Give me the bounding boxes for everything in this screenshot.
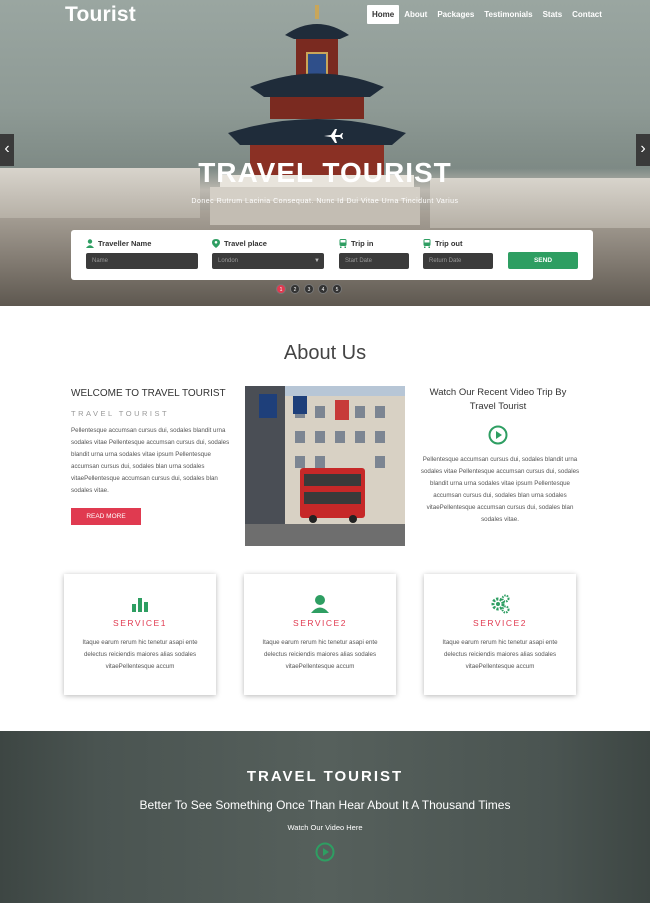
service-title: SERVICE1 bbox=[113, 618, 167, 628]
service-card-3[interactable]: SERVICE2 Itaque earum rerum hic tenetur … bbox=[424, 574, 576, 695]
service-title: SERVICE2 bbox=[293, 618, 347, 628]
travel-place-value: London bbox=[218, 258, 239, 264]
welcome-subheading: TRAVEL TOURIST bbox=[71, 409, 170, 418]
hero-section: Tourist Home About Packages Testimonials… bbox=[0, 0, 650, 306]
trip-out-date-input[interactable]: Return Date bbox=[423, 253, 493, 269]
video-banner-section bbox=[0, 731, 650, 903]
trip-in-label: Trip in bbox=[351, 238, 374, 248]
service-text: Itaque earum rerum hic tenetur asapi ent… bbox=[442, 639, 558, 670]
map-marker-icon bbox=[212, 238, 220, 248]
airplane-icon bbox=[324, 129, 343, 143]
trip-out-field-group: Trip out Return Date bbox=[423, 237, 493, 269]
hero-subtitle: Donec Rutrum Lacinia Consequat. Nunc Id … bbox=[191, 198, 459, 205]
service-card-2[interactable]: SERVICE2 Itaque earum rerum hic tenetur … bbox=[244, 574, 396, 695]
nav-testimonials[interactable]: Testimonials bbox=[479, 5, 537, 24]
traveller-field-group: Traveller Name Name bbox=[86, 237, 198, 269]
trip-in-date-input[interactable]: Start Date bbox=[339, 253, 409, 269]
trip-in-field-group: Trip in Start Date bbox=[339, 237, 409, 269]
slider-dot-4[interactable]: 4 bbox=[318, 284, 328, 294]
play-icon[interactable] bbox=[315, 842, 335, 862]
read-more-button[interactable]: READ MORE bbox=[71, 508, 141, 525]
page: Tourist Home About Packages Testimonials… bbox=[0, 0, 650, 903]
traveller-label: Traveller Name bbox=[98, 238, 152, 248]
slider-dot-3[interactable]: 3 bbox=[304, 284, 314, 294]
service-title: SERVICE2 bbox=[473, 618, 527, 628]
slider-dot-5[interactable]: 5 bbox=[332, 284, 342, 294]
user-icon bbox=[311, 595, 329, 613]
slider-dot-1[interactable]: 1 bbox=[276, 284, 286, 294]
place-label-row: Travel place bbox=[212, 237, 324, 249]
trip-out-label: Trip out bbox=[435, 238, 463, 248]
main-nav: Home About Packages Testimonials Stats C… bbox=[367, 5, 607, 24]
video-paragraph: Pellentesque accumsan cursus dui, sodale… bbox=[420, 456, 580, 523]
trip-out-label-row: Trip out bbox=[423, 237, 493, 249]
place-field-group: Travel place London ▼ bbox=[212, 237, 324, 269]
play-icon[interactable] bbox=[488, 425, 508, 445]
slider-dot-2[interactable]: 2 bbox=[290, 284, 300, 294]
nav-contact[interactable]: Contact bbox=[567, 5, 607, 24]
train-icon bbox=[423, 238, 431, 248]
traveller-name-input[interactable]: Name bbox=[86, 253, 198, 269]
watch-video-link[interactable]: Watch Our Video Here bbox=[0, 823, 650, 832]
service-text: Itaque earum rerum hic tenetur asapi ent… bbox=[82, 639, 198, 670]
service-card-1[interactable]: SERVICE1 Itaque earum rerum hic tenetur … bbox=[64, 574, 216, 695]
bar-chart-icon bbox=[132, 598, 148, 612]
train-icon bbox=[339, 238, 347, 248]
chevron-down-icon: ▼ bbox=[314, 258, 320, 264]
trip-in-label-row: Trip in bbox=[339, 237, 409, 249]
send-button[interactable]: SEND bbox=[508, 252, 578, 269]
about-title: About Us bbox=[283, 342, 367, 364]
banner-quote: Better To See Something Once Than Hear A… bbox=[139, 798, 511, 812]
traveller-label-row: Traveller Name bbox=[86, 237, 198, 249]
slider-pagination: 1 2 3 4 5 bbox=[276, 284, 342, 294]
nav-packages[interactable]: Packages bbox=[432, 5, 479, 24]
user-icon bbox=[86, 238, 94, 248]
place-label: Travel place bbox=[224, 238, 267, 248]
booking-form: Traveller Name Name Travel place London … bbox=[71, 230, 593, 280]
nav-home[interactable]: Home bbox=[367, 5, 400, 24]
hero-title: TRAVEL TOURIST bbox=[198, 157, 452, 188]
travel-place-select[interactable]: London ▼ bbox=[212, 253, 324, 269]
about-paragraph: Pellentesque accumsan cursus dui, sodale… bbox=[71, 427, 230, 494]
nav-stats[interactable]: Stats bbox=[538, 5, 568, 24]
welcome-heading: WELCOME TO TRAVEL TOURIST bbox=[71, 388, 226, 399]
service-text: Itaque earum rerum hic tenetur asapi ent… bbox=[262, 639, 378, 670]
gears-icon bbox=[491, 594, 510, 614]
london-street-photo bbox=[245, 386, 405, 546]
banner-title: TRAVEL TOURIST bbox=[246, 768, 404, 785]
brand-logo[interactable]: Tourist bbox=[65, 3, 136, 27]
video-heading: Watch Our Recent Video Trip By Travel To… bbox=[429, 387, 567, 412]
temple-image bbox=[210, 5, 420, 225]
nav-about[interactable]: About bbox=[399, 5, 432, 24]
